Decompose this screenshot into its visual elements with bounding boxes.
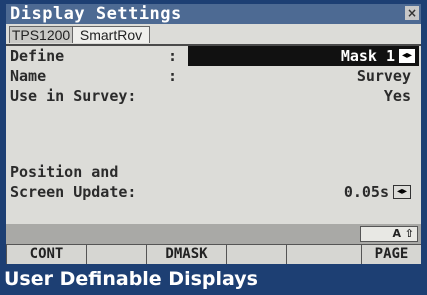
softkey-f2[interactable] (86, 244, 146, 264)
instrument-screen: Display Settings × TPS1200 SmartRov Defi… (6, 4, 421, 264)
screen-update-row[interactable]: Screen Update: 0.05s ◂▸ (10, 182, 415, 202)
define-colon: : (168, 47, 178, 65)
softkey-f4[interactable] (226, 244, 286, 264)
position-label-row: Position and (10, 162, 415, 182)
name-colon: : (168, 67, 178, 85)
define-selector[interactable]: Mask 1 ◂▸ (188, 46, 419, 66)
name-label: Name (10, 67, 47, 85)
screen-update-value: 0.05s (343, 183, 389, 201)
tab-bar: TPS1200 SmartRov (6, 24, 421, 46)
define-label: Define (10, 47, 65, 65)
figure-caption: User Definable Displays (4, 268, 258, 290)
tab-smartrov[interactable]: SmartRov (72, 26, 150, 43)
tab-tps1200[interactable]: TPS1200 (9, 26, 73, 43)
softkey-bar: A ⇧ CONT DMASK PAGE (6, 224, 421, 264)
name-value: Survey (356, 67, 411, 85)
use-in-survey-value: Yes (383, 87, 411, 105)
softkey-cont[interactable]: CONT (6, 244, 86, 264)
softkey-page[interactable]: PAGE (361, 244, 421, 264)
define-value: Mask 1 (340, 47, 395, 65)
window-title: Display Settings (10, 4, 182, 24)
softkey-f5[interactable] (286, 244, 361, 264)
name-row: Name : Survey (10, 66, 415, 86)
screen-update-label: Screen Update: (10, 183, 137, 201)
position-and-label: Position and (10, 163, 119, 181)
define-row[interactable]: Define : Mask 1 ◂▸ (10, 46, 419, 66)
title-bar: Display Settings × (6, 4, 421, 24)
close-icon[interactable]: × (405, 6, 419, 20)
spin-arrows-icon[interactable]: ◂▸ (393, 185, 411, 199)
shift-indicator: A ⇧ (360, 226, 418, 242)
use-in-survey-label: Use in Survey: (10, 87, 137, 105)
softkey-dmask[interactable]: DMASK (146, 244, 226, 264)
spin-arrows-icon[interactable]: ◂▸ (399, 49, 415, 63)
use-in-survey-row: Use in Survey: Yes (10, 86, 415, 106)
